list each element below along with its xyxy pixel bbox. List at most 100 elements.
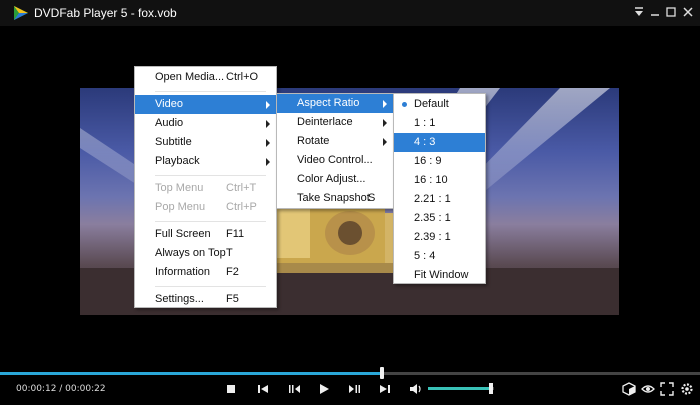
menu-item-5-4[interactable]: 5 : 4 <box>394 247 485 266</box>
next-chapter-icon[interactable] <box>378 382 392 396</box>
play-icon[interactable] <box>317 382 331 396</box>
window-title: DVDFab Player 5 - fox.vob <box>34 6 177 20</box>
time-display: 00:00:12 / 00:00:22 <box>16 384 106 394</box>
chevron-right-icon <box>383 138 387 146</box>
menu-item-label: Always on Top <box>155 247 226 259</box>
menu-item-pop-menu: Pop Menu Ctrl+P <box>135 198 276 217</box>
menu-item-label: 1 : 1 <box>414 117 436 129</box>
menu-item-always-on-top[interactable]: Always on Top T <box>135 244 276 263</box>
menu-separator <box>155 175 266 176</box>
menu-item-2-35-1[interactable]: 2.35 : 1 <box>394 209 485 228</box>
menu-item-settings[interactable]: Settings... F5 <box>135 290 276 309</box>
3d-icon[interactable] <box>622 382 636 396</box>
volume-icon[interactable] <box>409 382 423 396</box>
menu-item-color-adjust[interactable]: Color Adjust... <box>277 170 393 189</box>
menu-item-16-10[interactable]: 16 : 10 <box>394 171 485 190</box>
menu-item-label: Aspect Ratio <box>297 97 360 109</box>
menu-item-label: 2.39 : 1 <box>414 231 451 243</box>
chevron-right-icon <box>266 158 270 166</box>
menu-item-label: 2.21 : 1 <box>414 193 451 205</box>
menu-item-label: Color Adjust... <box>297 173 366 185</box>
menu-item-shortcut: Ctrl+T <box>226 182 257 194</box>
chevron-right-icon <box>383 119 387 127</box>
seek-bar[interactable] <box>0 367 700 379</box>
menu-item-deinterlace[interactable]: Deinterlace <box>277 113 393 132</box>
menu-item-label: Default <box>414 98 449 110</box>
restore-icon[interactable] <box>664 5 678 19</box>
menu-item-label: Deinterlace <box>297 116 353 128</box>
chevron-right-icon <box>266 120 270 128</box>
volume-slider[interactable] <box>428 383 494 394</box>
menu-item-16-9[interactable]: 16 : 9 <box>394 152 485 171</box>
menu-down-icon[interactable] <box>632 5 646 19</box>
menu-item-label: Pop Menu <box>155 201 206 213</box>
menu-item-shortcut: F2 <box>226 266 239 278</box>
menu-item-open-media[interactable]: Open Media... Ctrl+O <box>135 68 276 87</box>
context-menu: Open Media... Ctrl+O Video Audio Subtitle Pla… <box>134 66 277 308</box>
menu-item-playback[interactable]: Playback <box>135 152 276 171</box>
step-forward-icon[interactable] <box>348 382 362 396</box>
menu-item-label: Top Menu <box>155 182 204 194</box>
chevron-right-icon <box>266 101 270 109</box>
eye-icon[interactable] <box>641 382 655 396</box>
menu-item-subtitle[interactable]: Subtitle <box>135 133 276 152</box>
menu-item-shortcut: Ctrl+P <box>226 201 257 213</box>
menu-item-shortcut: Ctrl+O <box>226 71 259 83</box>
menu-item-label: Take Snapshot <box>297 192 370 204</box>
menu-item-label: Video <box>155 98 183 110</box>
menu-item-shortcut: T <box>226 247 233 259</box>
menu-item-take-snapshot[interactable]: Take Snapshot S <box>277 189 393 208</box>
seek-handle[interactable] <box>379 367 384 379</box>
menu-item-default[interactable]: Default <box>394 95 485 114</box>
menu-item-2-21-1[interactable]: 2.21 : 1 <box>394 190 485 209</box>
menu-item-label: Playback <box>155 155 200 167</box>
menu-item-label: 4 : 3 <box>414 136 436 148</box>
menu-item-aspect-ratio[interactable]: Aspect Ratio <box>277 94 393 113</box>
menu-item-shortcut: S <box>368 192 376 204</box>
volume-level <box>428 387 491 390</box>
menu-item-label: Video Control... <box>297 154 373 166</box>
menu-item-label: Open Media... <box>155 71 225 83</box>
menu-item-label: 16 : 10 <box>414 174 448 186</box>
menu-item-shortcut: F5 <box>226 293 239 305</box>
menu-separator <box>155 286 266 287</box>
volume-handle[interactable] <box>488 383 493 394</box>
app-logo-icon <box>14 6 28 20</box>
aspect-ratio-submenu: Default 1 : 1 4 : 3 16 : 9 16 : 10 2.21 : 1 2.… <box>393 93 486 284</box>
close-icon[interactable] <box>681 5 695 19</box>
chevron-right-icon <box>266 139 270 147</box>
menu-item-information[interactable]: Information F2 <box>135 263 276 282</box>
step-back-icon[interactable] <box>287 382 301 396</box>
menu-item-label: Subtitle <box>155 136 192 148</box>
previous-chapter-icon[interactable] <box>256 382 270 396</box>
menu-item-video-control[interactable]: Video Control... <box>277 151 393 170</box>
chevron-right-icon <box>383 100 387 108</box>
menu-item-label: 5 : 4 <box>414 250 436 262</box>
menu-item-top-menu: Top Menu Ctrl+T <box>135 179 276 198</box>
menu-item-fit-window[interactable]: Fit Window <box>394 266 485 285</box>
seek-progress <box>0 372 382 375</box>
title-bar: DVDFab Player 5 - fox.vob <box>0 0 700 26</box>
menu-item-label: Full Screen <box>155 228 211 240</box>
menu-item-label: Rotate <box>297 135 330 147</box>
menu-item-full-screen[interactable]: Full Screen F11 <box>135 225 276 244</box>
menu-item-video[interactable]: Video <box>135 95 276 114</box>
menu-separator <box>155 221 266 222</box>
settings-icon[interactable] <box>680 382 694 396</box>
menu-item-rotate[interactable]: Rotate <box>277 132 393 151</box>
menu-item-label: Information <box>155 266 211 278</box>
menu-item-label: 16 : 9 <box>414 155 442 167</box>
menu-item-1-1[interactable]: 1 : 1 <box>394 114 485 133</box>
menu-item-audio[interactable]: Audio <box>135 114 276 133</box>
selected-radio-icon <box>402 102 407 107</box>
fullscreen-icon[interactable] <box>660 382 674 396</box>
menu-item-label: Audio <box>155 117 184 129</box>
menu-item-2-39-1[interactable]: 2.39 : 1 <box>394 228 485 247</box>
video-submenu: Aspect Ratio Deinterlace Rotate Video Contr… <box>276 93 394 209</box>
menu-item-label: Settings... <box>155 293 204 305</box>
menu-item-shortcut: F11 <box>226 228 245 240</box>
stop-icon[interactable] <box>224 382 238 396</box>
menu-item-4-3[interactable]: 4 : 3 <box>394 133 485 152</box>
minimize-icon[interactable] <box>648 5 662 19</box>
menu-item-label: Fit Window <box>414 269 469 281</box>
